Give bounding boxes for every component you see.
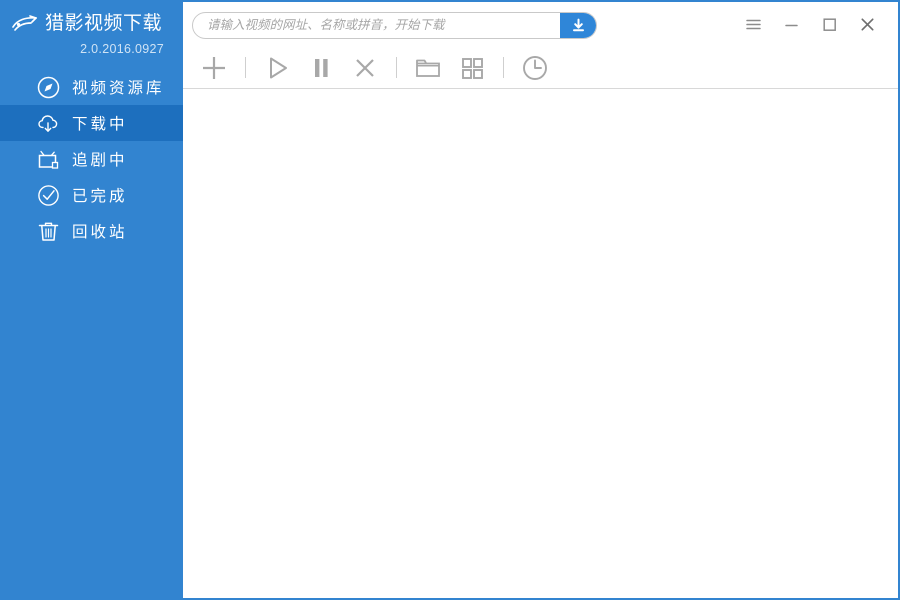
start-button[interactable] [255,48,299,88]
sidebar-item-label: 追剧中 [72,152,128,169]
close-button[interactable] [848,9,886,41]
close-icon [860,18,874,31]
sidebar-item-completed[interactable]: 已完成 [0,177,183,213]
pause-button[interactable] [299,48,343,88]
maximize-icon [822,18,836,31]
tv-icon [38,150,59,169]
toolbar-separator [503,57,504,78]
sidebar-item-series[interactable]: 追剧中 [0,141,183,177]
content-pane [183,2,898,598]
sidebar-item-label: 已完成 [72,188,128,205]
history-button[interactable] [513,48,557,88]
minimize-button[interactable] [772,9,810,41]
close-x-icon [356,58,374,77]
window-controls [734,9,898,41]
hamburger-menu-icon [745,19,761,30]
plus-icon [203,56,225,79]
sidebar-item-label: 视频资源库 [72,80,165,97]
sidebar-item-video-library[interactable]: 视频资源库 [0,69,183,105]
toolbar-separator [396,57,397,78]
sidebar: 猎影视频下载 2.0.2016.0927 视频资源库 下载中 追剧中 已完成 回… [0,2,183,598]
maximize-button[interactable] [810,9,848,41]
swoosh-logo-icon [12,14,37,31]
pause-icon [315,58,328,77]
folder-icon [416,59,440,77]
search-bar [192,11,597,39]
download-list[interactable] [183,89,898,598]
add-task-button[interactable] [192,48,236,88]
menu-button[interactable] [734,9,772,41]
app-window: 猎影视频下载 2.0.2016.0927 视频资源库 下载中 追剧中 已完成 回… [0,0,900,600]
open-folder-button[interactable] [406,48,450,88]
sidebar-nav: 视频资源库 下载中 追剧中 已完成 回收站 [0,69,183,249]
toolbar-separator [245,57,246,78]
delete-button[interactable] [343,48,387,88]
minimize-icon [784,24,798,27]
trash-icon [38,222,59,241]
play-icon [270,57,287,78]
titlebar [183,2,898,47]
version-label: 2.0.2016.0927 [80,42,164,56]
toolbar [183,47,898,89]
grid-view-button[interactable] [450,48,494,88]
search-input[interactable] [192,11,597,39]
compass-icon [37,76,60,98]
clock-icon [523,55,547,80]
search-download-button[interactable] [560,12,596,38]
sidebar-item-label: 下载中 [72,116,128,133]
grid-icon [462,57,483,79]
download-arrow-icon [572,18,584,31]
brand-header: 猎影视频下载 [0,2,183,36]
cloud-download-icon [38,114,58,132]
check-circle-icon [38,184,59,206]
brand-title: 猎影视频下载 [45,12,163,34]
sidebar-item-downloading[interactable]: 下载中 [0,105,183,141]
sidebar-item-recycle-bin[interactable]: 回收站 [0,213,183,249]
sidebar-item-label: 回收站 [72,224,128,241]
